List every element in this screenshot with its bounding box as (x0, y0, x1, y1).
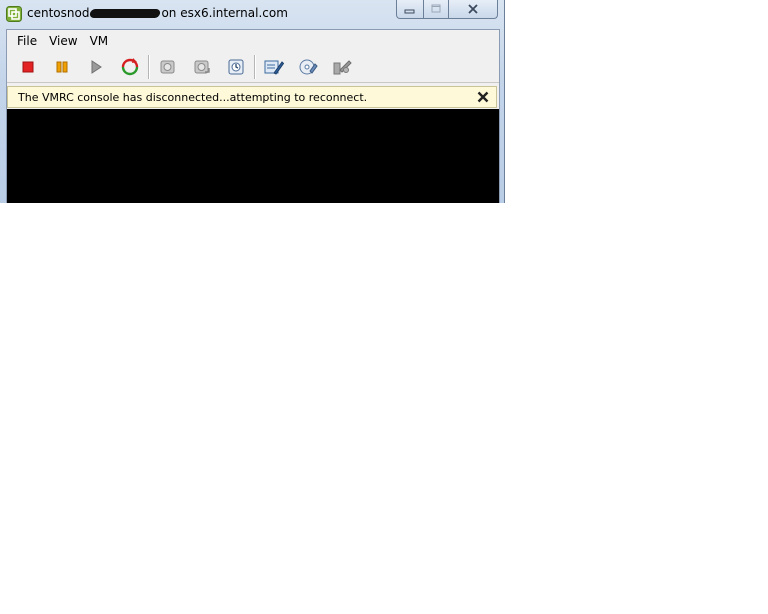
window-title-prefix: centosnod (27, 6, 90, 20)
reset-icon (121, 58, 139, 76)
client-area: File View VM The VMRC console has discon… (6, 29, 500, 203)
snapshot-manager-icon (228, 59, 244, 75)
play-icon (91, 60, 102, 74)
menu-vm[interactable]: VM (84, 32, 115, 50)
menu-bar: File View VM (7, 30, 499, 52)
edit-settings-button[interactable] (259, 54, 289, 80)
toolbar-separator (254, 55, 256, 79)
power-on-button[interactable] (81, 54, 111, 80)
toolbar-separator (148, 55, 150, 79)
revert-snapshot-icon (194, 60, 210, 74)
vm-tools-button[interactable] (327, 54, 357, 80)
take-snapshot-button[interactable] (153, 54, 183, 80)
close-banner-icon[interactable] (476, 90, 490, 104)
close-window-button[interactable] (449, 0, 498, 19)
window-controls (396, 0, 498, 20)
edit-settings-icon (264, 60, 284, 75)
pause-icon (56, 61, 68, 73)
banner-message: The VMRC console has disconnected...atte… (18, 90, 368, 104)
connect-cd-dvd-button[interactable] (293, 54, 323, 80)
power-off-button[interactable] (13, 54, 43, 80)
toolbar (7, 52, 499, 83)
revert-snapshot-button[interactable] (187, 54, 217, 80)
snapshot-icon (160, 60, 175, 74)
reset-button[interactable] (115, 54, 145, 80)
window-title-suffix: on esx6.internal.com (161, 6, 288, 20)
tools-icon (333, 60, 352, 75)
snapshot-manager-button[interactable] (221, 54, 251, 80)
redaction-mark (89, 9, 162, 18)
window-title: centosnod on esx6.internal.com (27, 6, 288, 20)
menu-view[interactable]: View (43, 32, 83, 50)
minimize-icon (404, 9, 415, 14)
suspend-button[interactable] (47, 54, 77, 80)
maximize-icon (431, 4, 441, 13)
title-bar[interactable]: centosnod on esx6.internal.com (0, 0, 504, 28)
disconnect-banner: The VMRC console has disconnected...atte… (7, 86, 497, 108)
vmrc-window: centosnod on esx6.internal.com File View… (0, 0, 505, 203)
maximize-button[interactable] (424, 0, 449, 19)
menu-file[interactable]: File (11, 32, 43, 50)
close-icon (468, 4, 478, 14)
stop-icon (22, 61, 34, 73)
vsphere-app-icon (6, 6, 22, 22)
vm-console-screen[interactable] (7, 109, 499, 203)
cd-dvd-icon (299, 59, 318, 75)
minimize-button[interactable] (396, 0, 424, 19)
